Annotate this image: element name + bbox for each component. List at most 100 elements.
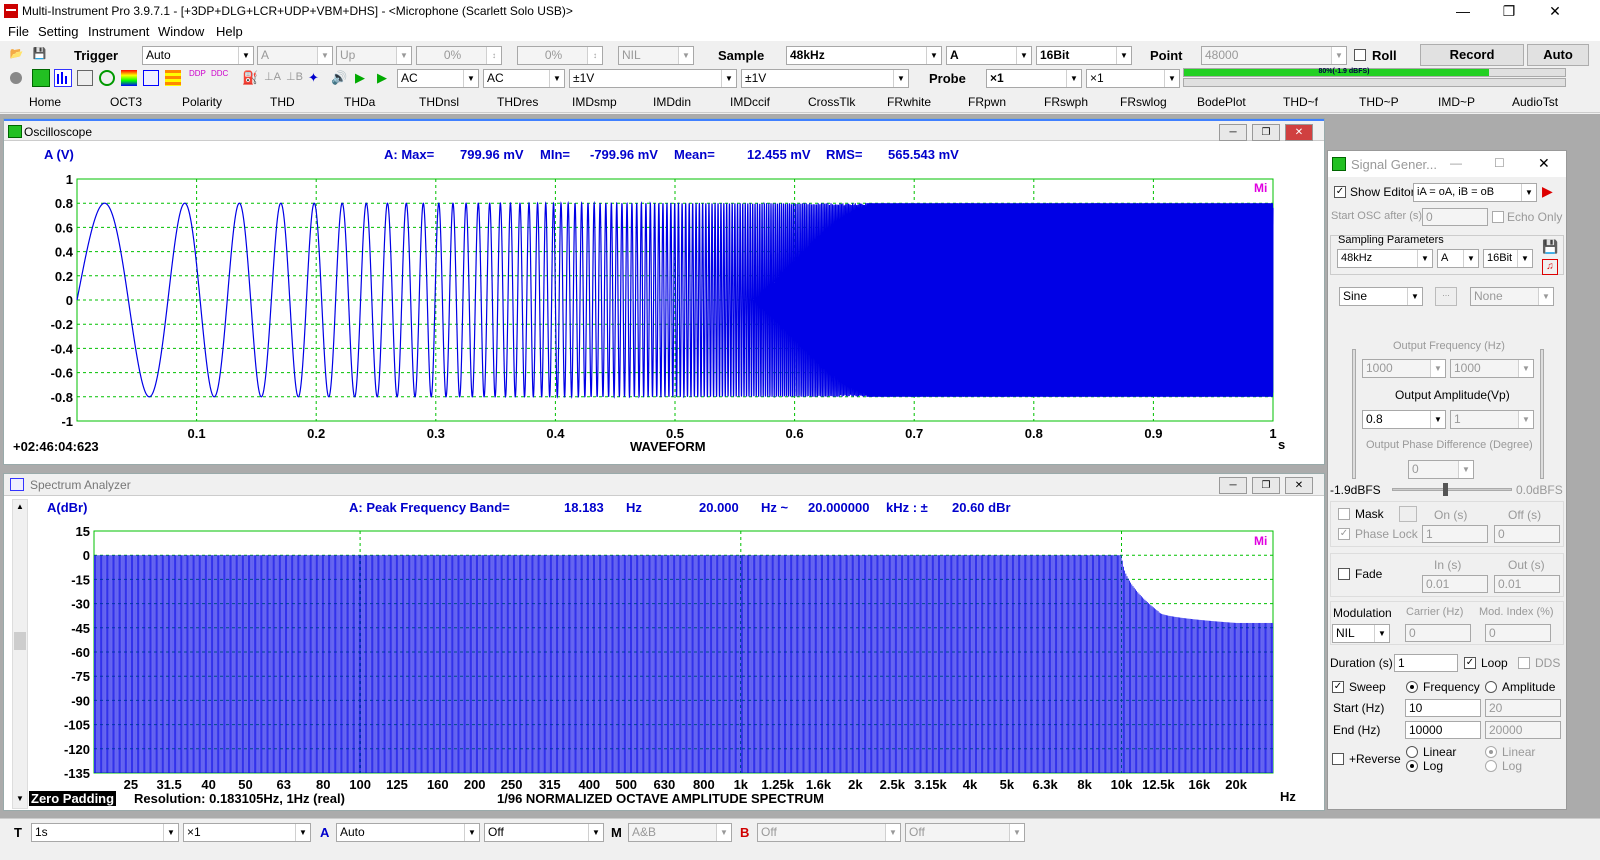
multimeter-icon[interactable] (77, 70, 93, 86)
trigger-edge-select[interactable]: Up ▼ (336, 46, 412, 65)
trigger-pretrigger-spin[interactable]: 0% ↕ (517, 46, 603, 65)
mask-on-input[interactable]: 1 (1422, 525, 1488, 543)
reverse-checkbox[interactable] (1332, 753, 1344, 765)
tab-home[interactable]: Home (29, 95, 61, 109)
tab-imdccif[interactable]: IMDccif (730, 95, 770, 109)
tab-polarity[interactable]: Polarity (182, 95, 222, 109)
close-icon[interactable]: ✕ (1532, 0, 1578, 22)
modulation-select[interactable]: NIL ▼ (1332, 624, 1390, 643)
slider-right-vertical[interactable] (1540, 349, 1544, 479)
menu-window[interactable]: Window (158, 24, 204, 39)
phase-select[interactable]: 0 ▼ (1408, 460, 1474, 479)
dds-checkbox[interactable] (1518, 657, 1530, 669)
fade-out-input[interactable]: 0.01 (1494, 575, 1560, 593)
timebase-select[interactable]: 1s ▼ (31, 823, 179, 842)
tab-frswph[interactable]: FRswph (1044, 95, 1088, 109)
waveform-a-select[interactable]: Sine ▼ (1339, 287, 1423, 306)
probe-a-select[interactable]: ×1 ▼ (986, 69, 1082, 88)
start-b-input[interactable]: 20 (1485, 699, 1561, 717)
start-a-input[interactable]: 10 (1405, 699, 1481, 717)
menu-file[interactable]: File (8, 24, 29, 39)
fade-in-input[interactable]: 0.01 (1422, 575, 1488, 593)
speaker-icon[interactable]: 🔊 (331, 70, 347, 86)
sweep-checkbox[interactable]: ✓ (1332, 681, 1344, 693)
trigger-mode-select[interactable]: Auto ▼ (142, 46, 254, 65)
amplitude-slider[interactable] (1392, 483, 1512, 496)
end-b-input[interactable]: 20000 (1485, 721, 1561, 739)
waveform-b-select[interactable]: None ▼ (1470, 287, 1554, 306)
amp-a-select[interactable]: 0.8 ▼ (1362, 410, 1446, 429)
mask-off-input[interactable]: 0 (1494, 525, 1560, 543)
play-once-icon[interactable]: ▶ (377, 70, 393, 86)
tab-thdnsl[interactable]: THDnsl (419, 95, 459, 109)
tab-imd-p[interactable]: IMD~P (1438, 95, 1475, 109)
waveform-chart[interactable]: 1 0.8 0.6 0.4 0.2 0 -0.2 -0.4 -0.6 -0.8 -1 0.1 0.2 0.… (4, 119, 1326, 466)
save-icon[interactable]: 💾 (31, 46, 48, 63)
echo-only-checkbox[interactable] (1492, 211, 1504, 223)
coupling-b-select[interactable]: AC ▼ (483, 69, 565, 88)
spectrum-chart[interactable]: 15 0 -15 -30 -45 -60 -75 -90 -105 -120 -135 25 31.5 4… (4, 474, 1326, 812)
tab-oct3[interactable]: OCT3 (110, 95, 142, 109)
tab-bodeplot[interactable]: BodePlot (1197, 95, 1246, 109)
auto-button[interactable]: Auto (1527, 44, 1589, 66)
open-folder-icon[interactable]: 📂 (8, 46, 25, 63)
end-a-input[interactable]: 10000 (1405, 721, 1481, 739)
tab-thd-p[interactable]: THD~P (1359, 95, 1399, 109)
trigger-level-spin[interactable]: 0% ↕ (416, 46, 502, 65)
math-select[interactable]: A&B ▼ (628, 823, 732, 842)
duration-input[interactable]: 1 (1394, 654, 1458, 672)
menu-help[interactable]: Help (216, 24, 243, 39)
tab-thd[interactable]: THD (270, 95, 295, 109)
siggen-maximize-icon[interactable]: ☐ (1494, 156, 1505, 170)
sweep-amplitude-radio[interactable] (1485, 681, 1497, 693)
menu-setting[interactable]: Setting (38, 24, 78, 39)
show-editor-checkbox[interactable]: ✓ (1334, 186, 1346, 198)
data-logger-icon[interactable] (143, 70, 159, 86)
restore-icon[interactable]: ❐ (1486, 0, 1532, 22)
sample-rate-select[interactable]: 48kHz ▼ (786, 46, 942, 65)
siggen-channel-select[interactable]: A ▼ (1437, 249, 1479, 268)
timebase-mult-select[interactable]: ×1 ▼ (183, 823, 311, 842)
roll-checkbox[interactable] (1354, 49, 1366, 61)
siggen-rate-select[interactable]: 48kHz ▼ (1337, 249, 1433, 268)
play-icon[interactable]: ▶ (355, 70, 371, 86)
tab-thda[interactable]: THDa (344, 95, 375, 109)
sweep-frequency-radio[interactable] (1406, 681, 1418, 693)
freq-b-select[interactable]: 1000 ▼ (1450, 359, 1534, 378)
editor-expression-select[interactable]: iA = oA, iB = oB ▼ (1413, 183, 1537, 202)
lcr-icon[interactable]: ⊥A (264, 70, 281, 86)
siggen-play-icon[interactable]: ▶ (1542, 183, 1553, 200)
spectrum-toggle-icon[interactable] (54, 69, 72, 87)
zero-padding-button[interactable]: Zero Padding (29, 791, 117, 806)
tab-frwhite[interactable]: FRwhite (887, 95, 931, 109)
oscilloscope-toggle-icon[interactable] (32, 69, 50, 87)
siggen-save-icon[interactable]: 💾 (1542, 239, 1558, 255)
channel-a-scale-select[interactable]: Auto ▼ (336, 823, 480, 842)
spectrogram-icon[interactable] (165, 70, 181, 86)
tab-audiotst[interactable]: AudioTst (1512, 95, 1558, 109)
sample-channel-select[interactable]: A ▼ (946, 46, 1032, 65)
device-tester-icon[interactable]: ⛽ (242, 70, 258, 86)
tab-frpwn[interactable]: FRpwn (968, 95, 1006, 109)
spectrum-3d-icon[interactable] (121, 70, 137, 86)
vbm-icon[interactable]: ⊥B (286, 70, 303, 86)
mod-index-input[interactable]: 0 (1485, 624, 1551, 642)
tab-crosstlk[interactable]: CrossTlk (808, 95, 855, 109)
range-a-select[interactable]: ±1V ▼ (569, 69, 737, 88)
trigger-channel-select[interactable]: A ▼ (257, 46, 333, 65)
siggen-close-icon[interactable]: ✕ (1538, 155, 1550, 172)
ddc-icon[interactable]: DDC (211, 70, 228, 86)
tab-frswlog[interactable]: FRswlog (1120, 95, 1167, 109)
probe-calibrate-icon[interactable]: ✦ (308, 70, 324, 86)
siggen-notes-icon[interactable]: ♫ (1542, 259, 1558, 275)
dds-icon[interactable]: DDP (189, 70, 206, 86)
tab-thd-f[interactable]: THD~f (1283, 95, 1318, 109)
sample-bits-select[interactable]: 16Bit ▼ (1036, 46, 1132, 65)
channel-b-scale-select[interactable]: Off ▼ (757, 823, 901, 842)
fade-checkbox[interactable] (1338, 568, 1350, 580)
trigger-nil-select[interactable]: NIL ▼ (618, 46, 694, 65)
siggen-bits-select[interactable]: 16Bit ▼ (1483, 249, 1533, 268)
stop-icon[interactable] (10, 72, 22, 84)
linear-b-radio[interactable] (1485, 746, 1497, 758)
record-button[interactable]: Record (1420, 44, 1524, 66)
